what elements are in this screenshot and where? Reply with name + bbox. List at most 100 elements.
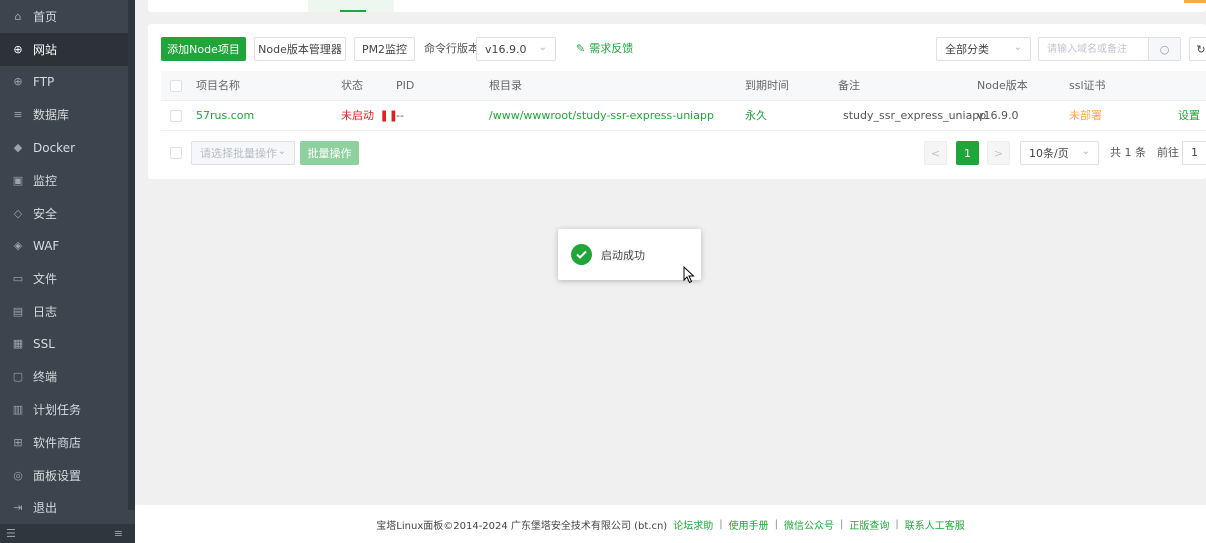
feedback-link[interactable]: ✎ 需求反馈 [576,37,633,61]
sidebar-item-ssl[interactable]: ▦ SSL [0,327,128,360]
home-icon: ⌂ [14,10,22,23]
next-page-button[interactable]: > [987,141,1010,165]
node-version-manager-button[interactable]: Node版本管理器 [254,37,346,61]
sidebar-item-monitor[interactable]: ▣ 监控 [0,164,128,197]
sidebar-item-store[interactable]: ⊞ 软件商店 [0,426,128,459]
pm2-monitor-button[interactable]: PM2监控 [354,37,415,61]
sidebar-item-settings[interactable]: ◎ 面板设置 [0,459,128,492]
sidebar-item-label: 面板设置 [33,469,82,483]
edit-icon: ✎ [576,42,586,55]
header-expire[interactable]: 到期时间 [745,71,789,101]
page-size-select[interactable]: 10条/页 ⌄ [1020,141,1099,165]
header-root: 根目录 [489,79,522,92]
toast-message: 启动成功 [601,248,645,262]
sidebar-item-folder[interactable]: ▭ 文件 [0,262,128,295]
sidebar-item-home[interactable]: ⌂ 首页 [0,0,128,33]
top-right-indicator [1184,0,1206,3]
feedback-label: 需求反馈 [589,42,634,55]
search-box: ○ [1038,37,1181,61]
top-tab-card [148,0,1206,12]
wechat-link[interactable]: 微信公众号 [784,517,834,532]
node-project-card: 添加Node项目 Node版本管理器 PM2监控 命令行版本 v16.9.0 ⌄… [148,24,1206,179]
footer-divider: | [719,518,723,530]
footer-divider: | [774,518,778,530]
logout-icon: ⇥ [13,501,23,514]
globe-icon: ⊕ [13,43,23,56]
note-value[interactable]: study_ssr_express_uniapp [843,101,986,131]
success-toast: 启动成功 [558,229,701,280]
header-node-version: Node版本 [977,79,1028,92]
page-size-value: 10条/页 [1029,147,1069,160]
batch-action-button[interactable]: 批量操作 [300,141,359,165]
project-name-link[interactable]: 57rus.com [196,101,254,131]
ssl-link[interactable]: 未部署 [1069,101,1102,131]
active-tab-underline [340,10,366,12]
search-button[interactable]: ○ [1148,38,1180,60]
collapse-icon[interactable]: ☰ [6,527,16,540]
settings-link[interactable]: 设置 [1178,101,1200,131]
add-node-project-button[interactable]: 添加Node项目 [161,37,246,61]
page-footer: 宝塔Linux面板©2014-2024 广东堡塔安全技术有限公司 (bt.cn)… [135,505,1206,543]
copyright-text: 宝塔Linux面板©2014-2024 广东堡塔安全技术有限公司 (bt.cn) [376,520,668,532]
sidebar-collapse-bar[interactable]: ☰ ≡ [0,524,135,543]
category-select[interactable]: 全部分类 ⌄ [936,37,1031,61]
support-link[interactable]: 联系人工客服 [905,517,965,532]
batch-action-select[interactable]: 请选择批量操作 ⌄ [191,141,295,165]
sidebar-item-docker[interactable]: ◆ Docker [0,131,128,164]
shield-icon: ◇ [13,207,23,220]
refresh-button[interactable]: ↻ [1189,37,1206,61]
footer-divider: | [839,518,844,530]
sidebar-item-log[interactable]: ▤ 日志 [0,295,128,328]
sidebar-item-label: 退出 [33,501,58,515]
root-dir-link[interactable]: /www/wwwroot/study-ssr-express-uniapp [489,101,714,131]
status-text: 未启动 [341,109,374,122]
refresh-icon: ↻ [1196,42,1206,56]
sidebar-item-cron[interactable]: ▥ 计划任务 [0,393,128,426]
header-status: 状态 [341,79,363,92]
search-icon: ○ [1159,42,1170,56]
sidebar-item-logout[interactable]: ⇥ 退出 [0,491,128,524]
sidebar-item-database[interactable]: ≡ 数据库 [0,98,128,131]
settings-icon: ◎ [13,469,23,482]
terminal-icon: ▢ [12,370,24,383]
chevron-down-icon: ⌄ [1081,146,1090,157]
sidebar-scrollbar[interactable] [128,0,135,510]
footer-select-all-checkbox[interactable] [170,147,182,159]
search-input[interactable] [1039,38,1149,60]
sidebar-item-label: 计划任务 [33,403,82,417]
header-note: 备注 [838,79,860,92]
sidebar-item-shield[interactable]: ◇ 安全 [0,197,128,230]
cron-icon: ▥ [12,403,24,416]
sidebar-item-label: 安全 [33,207,58,221]
header-name[interactable]: 项目名称 [196,71,240,101]
sidebar-item-terminal[interactable]: ▢ 终端 [0,360,128,393]
forum-link[interactable]: 论坛求助 [673,517,713,532]
row-checkbox[interactable] [170,110,182,122]
sidebar-item-ftp-globe[interactable]: ⊕ FTP [0,65,128,98]
toolbar: 添加Node项目 Node版本管理器 PM2监控 命令行版本 v16.9.0 ⌄… [161,37,1206,61]
chevron-down-icon: ⌄ [538,42,547,53]
sidebar-item-label: 监控 [33,174,58,188]
waf-shield-icon: ◈ [13,239,23,252]
select-all-checkbox[interactable] [170,80,182,92]
table-header: 项目名称 状态 PID 根目录 到期时间 备注 Node版本 ssl证书 [161,71,1206,101]
pid-value: -- [396,109,404,122]
category-value: 全部分类 [945,43,989,56]
manual-link[interactable]: 使用手册 [729,517,769,532]
current-page-button[interactable]: 1 [956,141,979,165]
license-check-link[interactable]: 正版查询 [849,517,889,532]
sidebar: ⌂ 首页 ⊕ 网站 ⊕ FTP ≡ 数据库 ◆ Docker ▣ 监控 ◇ 安全 ◈ WAF ▭ 文件 ▤ 日志 ▦ SS… [0,0,135,543]
sidebar-item-waf-shield[interactable]: ◈ WAF [0,229,128,262]
prev-page-button[interactable]: < [924,141,947,165]
goto-page-input[interactable]: 1 [1182,141,1206,165]
sidebar-item-globe[interactable]: ⊕ 网站 [0,33,128,66]
status-toggle[interactable]: 未启动 ❚❚ [341,101,398,131]
menu-icon: ≡ [113,527,123,540]
table-row: 57rus.com 未启动 ❚❚ -- /www/wwwroot/study-s… [161,101,1206,131]
log-icon: ▤ [12,305,24,318]
database-icon: ≡ [13,108,23,121]
expire-link[interactable]: 永久 [745,101,767,131]
cli-version-select[interactable]: v16.9.0 ⌄ [476,37,556,61]
sidebar-item-label: Docker [33,140,76,155]
sidebar-item-label: 文件 [33,272,58,286]
